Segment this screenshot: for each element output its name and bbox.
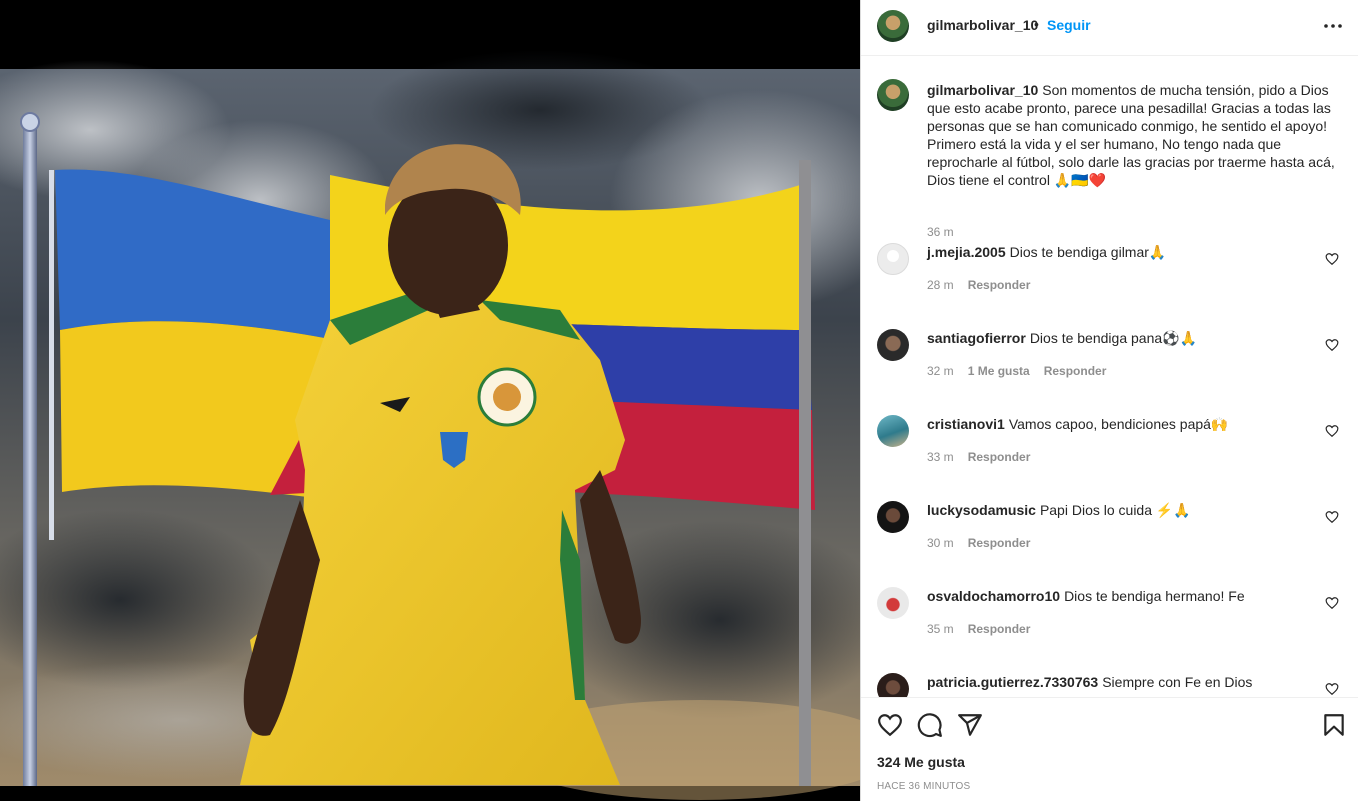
comment-username[interactable]: osvaldochamorro10 <box>927 588 1060 604</box>
comment-username[interactable]: luckysodamusic <box>927 502 1036 518</box>
comment-likes[interactable]: 1 Me gusta <box>968 364 1030 378</box>
comment-text: patricia.gutierrez.7330763 Siempre con Fe… <box>927 674 1252 690</box>
comment-body: Vamos capoo, bendiciones papá🙌 <box>1008 416 1229 432</box>
comment-item: cristianovi1 Vamos capoo, bendiciones pap… <box>877 415 1343 485</box>
reply-button[interactable]: Responder <box>968 278 1031 292</box>
comment-heart-icon[interactable] <box>1325 252 1339 266</box>
share-icon[interactable] <box>957 712 983 738</box>
comment-item: luckysodamusic Papi Dios lo cuida ⚡🙏 30 m… <box>877 501 1343 571</box>
more-options-icon[interactable] <box>1321 14 1345 38</box>
reply-button[interactable]: Responder <box>968 536 1031 550</box>
comments-list[interactable]: gilmarbolivar_10 Son momentos de mucha te… <box>861 57 1358 697</box>
owner-username[interactable]: gilmarbolivar_10 <box>927 17 1038 33</box>
comment-heart-icon[interactable] <box>1325 338 1339 352</box>
post-photo <box>0 0 860 801</box>
comment-avatar[interactable] <box>877 243 909 275</box>
comment-avatar[interactable] <box>877 587 909 619</box>
owner-avatar[interactable] <box>877 10 909 42</box>
post-timestamp: HACE 36 MINUTOS <box>877 781 971 792</box>
comment-heart-icon[interactable] <box>1325 424 1339 438</box>
comment-avatar[interactable] <box>877 501 909 533</box>
caption-text: gilmarbolivar_10 Son momentos de mucha te… <box>927 81 1337 189</box>
heart-icon[interactable] <box>877 712 903 738</box>
comment-time: 30 m <box>927 536 954 550</box>
comment-text: j.mejia.2005 Dios te bendiga gilmar🙏 <box>927 244 1166 261</box>
comment-time: 28 m <box>927 278 954 292</box>
comment-meta: 35 m Responder <box>927 622 1044 636</box>
comment-time: 32 m <box>927 364 954 378</box>
comment-username[interactable]: santiagofierror <box>927 330 1026 346</box>
likes-count[interactable]: 324 Me gusta <box>877 754 965 770</box>
comment-text: cristianovi1 Vamos capoo, bendiciones pap… <box>927 416 1228 433</box>
reply-button[interactable]: Responder <box>968 450 1031 464</box>
comment-username[interactable]: cristianovi1 <box>927 416 1005 432</box>
comment-body: Dios te bendiga pana⚽🙏 <box>1029 330 1197 346</box>
caption-avatar[interactable] <box>877 79 909 111</box>
comment-meta: 32 m 1 Me gusta Responder <box>927 364 1120 378</box>
comment-meta: 28 m Responder <box>927 278 1044 292</box>
comment-username[interactable]: patricia.gutierrez.7330763 <box>927 674 1098 690</box>
comment-body: Dios te bendiga hermano! Fe <box>1064 588 1245 604</box>
comment-item: santiagofierror Dios te bendiga pana⚽🙏 32… <box>877 329 1343 399</box>
comment-text: osvaldochamorro10 Dios te bendiga hermano… <box>927 588 1245 604</box>
caption-time: 36 m <box>927 225 954 239</box>
post-image[interactable] <box>0 0 860 801</box>
reply-button[interactable]: Responder <box>1044 364 1107 378</box>
comment-body: Papi Dios lo cuida ⚡🙏 <box>1039 502 1191 518</box>
comment-item: osvaldochamorro10 Dios te bendiga hermano… <box>877 587 1343 657</box>
comment-username[interactable]: j.mejia.2005 <box>927 244 1006 260</box>
comment-heart-icon[interactable] <box>1325 510 1339 524</box>
reply-button[interactable]: Responder <box>968 622 1031 636</box>
separator-dot: • <box>1034 16 1039 32</box>
comment-time: 33 m <box>927 450 954 464</box>
comment-time: 35 m <box>927 622 954 636</box>
follow-button[interactable]: Seguir <box>1047 17 1091 33</box>
comment-item: j.mejia.2005 Dios te bendiga gilmar🙏 28 m… <box>877 243 1343 313</box>
comment-item: patricia.gutierrez.7330763 Siempre con Fe… <box>877 673 1343 697</box>
comment-heart-icon[interactable] <box>1325 596 1339 610</box>
caption-username[interactable]: gilmarbolivar_10 <box>927 82 1038 98</box>
comment-text: luckysodamusic Papi Dios lo cuida ⚡🙏 <box>927 502 1191 519</box>
comment-meta: 30 m Responder <box>927 536 1044 550</box>
comment-heart-icon[interactable] <box>1325 682 1339 696</box>
comment-avatar[interactable] <box>877 415 909 447</box>
comment-text: santiagofierror Dios te bendiga pana⚽🙏 <box>927 330 1197 347</box>
post-panel: gilmarbolivar_10 • Seguir gilmarbolivar_… <box>860 0 1358 801</box>
bookmark-icon[interactable] <box>1321 712 1347 738</box>
post-header: gilmarbolivar_10 • Seguir <box>861 0 1358 56</box>
comment-body: Dios te bendiga gilmar🙏 <box>1009 244 1167 260</box>
comment-body: Siempre con Fe en Dios <box>1102 674 1253 690</box>
comment-avatar[interactable] <box>877 329 909 361</box>
comment-icon[interactable] <box>917 712 943 738</box>
comment-meta: 33 m Responder <box>927 450 1044 464</box>
comment-avatar[interactable] <box>877 673 909 697</box>
action-bar: 324 Me gusta HACE 36 MINUTOS <box>861 697 1358 801</box>
